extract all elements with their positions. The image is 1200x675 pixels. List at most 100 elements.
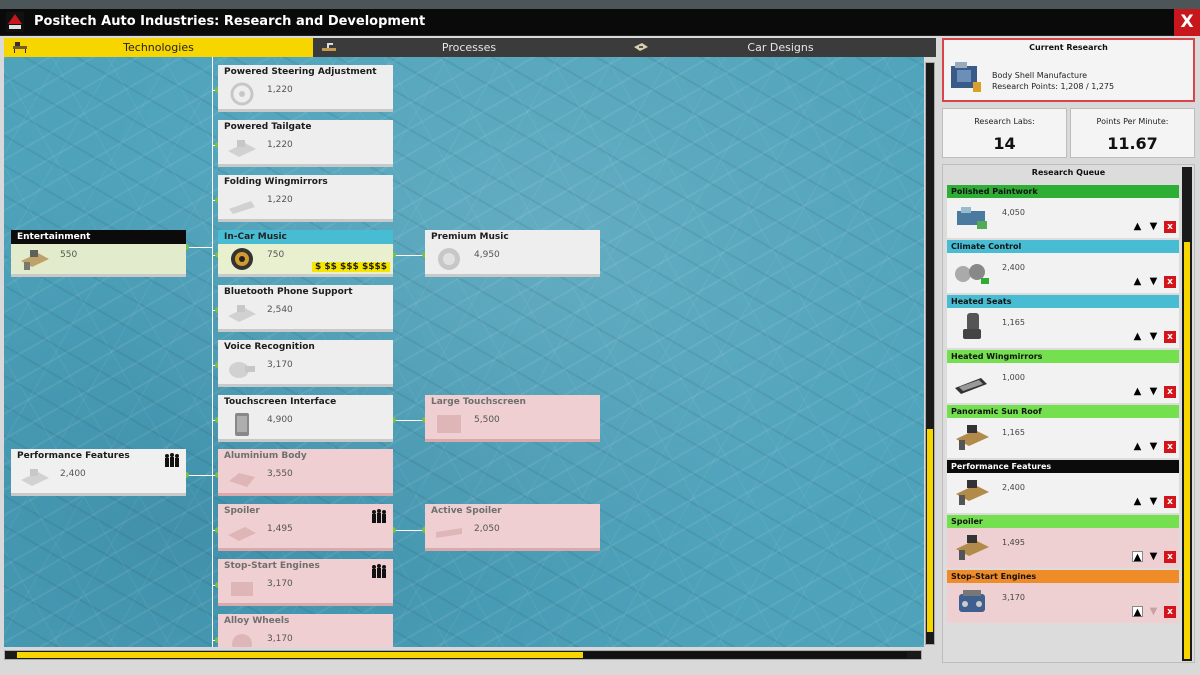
move-up-button[interactable]: ▲ xyxy=(1132,496,1143,507)
queue-item-cost: 2,400 xyxy=(1002,263,1025,272)
move-down-button[interactable]: ▼ xyxy=(1148,276,1159,287)
engine-icon xyxy=(959,590,985,612)
queue-item-cost: 1,495 xyxy=(1002,538,1025,547)
remove-from-queue-button[interactable]: x xyxy=(1164,551,1176,563)
move-up-button[interactable]: ▲ xyxy=(1132,551,1143,563)
move-down-button[interactable]: ▼ xyxy=(1148,221,1159,232)
tech-node-folding-wingmirrors[interactable]: Folding Wingmirrors 1,220 xyxy=(218,175,393,222)
tech-tree-canvas[interactable]: Entertainment 550 Performance Features 2… xyxy=(4,57,924,647)
queue-item[interactable]: Heated Seats 1,165 ▲ ▼ x xyxy=(947,295,1179,348)
steering-wheel-icon xyxy=(230,82,254,106)
remove-from-queue-button[interactable]: x xyxy=(1164,606,1176,618)
tree-horizontal-scrollbar[interactable] xyxy=(4,650,922,660)
queue-item-cost: 1,165 xyxy=(1002,428,1025,437)
move-down-button[interactable]: ▼ xyxy=(1148,331,1159,342)
remove-from-queue-button[interactable]: x xyxy=(1164,276,1176,288)
points-per-minute-stat: Points Per Minute: 11.67 xyxy=(1070,108,1195,158)
desk-icon xyxy=(956,425,989,450)
move-down-button[interactable]: ▼ xyxy=(1148,441,1159,452)
tech-node-in-car-music[interactable]: In-Car Music 750 $ $$ $$$ $$$$ xyxy=(218,230,393,277)
queue-item-title: Spoiler xyxy=(947,515,1179,528)
move-up-button[interactable]: ▲ xyxy=(1132,386,1143,397)
move-down-button[interactable]: ▼ xyxy=(1148,606,1159,617)
connector-line xyxy=(186,247,212,248)
tech-node-aluminium-body[interactable]: Aluminium Body 3,550 xyxy=(218,449,393,496)
queue-item[interactable]: Climate Control 2,400 ▲ ▼ x xyxy=(947,240,1179,293)
engine-icon xyxy=(231,582,253,596)
body-icon xyxy=(229,473,255,487)
queue-item[interactable]: Polished Paintwork 4,050 ▲ ▼ x xyxy=(947,185,1179,238)
node-cost: 1,495 xyxy=(267,524,293,534)
node-title: Folding Wingmirrors xyxy=(224,177,328,187)
move-up-button[interactable]: ▲ xyxy=(1132,276,1143,287)
remove-from-queue-button[interactable]: x xyxy=(1164,441,1176,453)
move-up-button[interactable]: ▲ xyxy=(1132,441,1143,452)
tech-node-spoiler[interactable]: Spoiler 1,495 xyxy=(218,504,393,551)
people-icon xyxy=(165,453,179,467)
queue-item[interactable]: Performance Features 2,400 ▲ ▼ x xyxy=(947,460,1179,513)
remove-from-queue-button[interactable]: x xyxy=(1164,221,1176,233)
tech-node-bluetooth-phone-support[interactable]: Bluetooth Phone Support 2,540 xyxy=(218,285,393,332)
tech-node-stop-start-engines[interactable]: Stop-Start Engines 3,170 xyxy=(218,559,393,606)
node-cost: 2,050 xyxy=(474,524,500,534)
price-tier-badge: $ $$ $$$ $$$$ xyxy=(311,262,390,272)
queue-item[interactable]: Heated Wingmirrors 1,000 ▲ ▼ x xyxy=(947,350,1179,403)
move-up-button[interactable]: ▲ xyxy=(1132,606,1143,618)
tech-node-powered-steering-adjustment[interactable]: Powered Steering Adjustment 1,220 xyxy=(218,65,393,112)
queue-item-title: Stop-Start Engines xyxy=(947,570,1179,583)
close-button[interactable]: X xyxy=(1174,9,1200,36)
scrollbar-thumb[interactable] xyxy=(1184,242,1190,659)
node-cost: 3,170 xyxy=(267,360,293,370)
move-up-button[interactable]: ▲ xyxy=(1132,331,1143,342)
queue-item[interactable]: Panoramic Sun Roof 1,165 ▲ ▼ x xyxy=(947,405,1179,458)
machine-icon xyxy=(951,62,981,92)
tech-node-touchscreen-interface[interactable]: Touchscreen Interface 4,900 xyxy=(218,395,393,442)
queue-item-title: Performance Features xyxy=(947,460,1179,473)
microphone-icon xyxy=(229,362,255,378)
tech-node-active-spoiler[interactable]: Active Spoiler 2,050 xyxy=(425,504,600,551)
remove-from-queue-button[interactable]: x xyxy=(1164,386,1176,398)
queue-item-cost: 3,170 xyxy=(1002,593,1025,602)
tech-node-powered-tailgate[interactable]: Powered Tailgate 1,220 xyxy=(218,120,393,167)
tech-node-performance-features[interactable]: Performance Features 2,400 xyxy=(11,449,186,496)
tech-node-voice-recognition[interactable]: Voice Recognition 3,170 xyxy=(218,340,393,387)
people-icon xyxy=(372,509,386,523)
scrollbar-thumb[interactable] xyxy=(17,652,583,658)
move-down-button[interactable]: ▼ xyxy=(1148,386,1159,397)
paint-machine-icon xyxy=(957,207,987,229)
tab-technologies[interactable]: Technologies xyxy=(4,38,313,57)
drawing-table-icon xyxy=(634,43,648,51)
tab-processes[interactable]: Processes xyxy=(313,38,625,57)
queue-scrollbar[interactable] xyxy=(1182,167,1192,661)
desk-icon xyxy=(956,480,989,505)
tablet-icon xyxy=(235,413,249,436)
move-down-button[interactable]: ▼ xyxy=(1148,551,1159,562)
screen-icon xyxy=(437,415,461,433)
node-cost: 5,500 xyxy=(474,415,500,425)
remove-from-queue-button[interactable]: x xyxy=(1164,496,1176,508)
queue-item[interactable]: Stop-Start Engines 3,170 ▲ ▼ x xyxy=(947,570,1179,623)
tech-node-premium-music[interactable]: Premium Music 4,950 xyxy=(425,230,600,277)
tree-vertical-scrollbar[interactable] xyxy=(925,62,935,645)
move-up-button[interactable]: ▲ xyxy=(1132,221,1143,232)
queue-item[interactable]: Spoiler 1,495 ▲ ▼ x xyxy=(947,515,1179,568)
remove-from-queue-button[interactable]: x xyxy=(1164,331,1176,343)
queue-item-cost: 2,400 xyxy=(1002,483,1025,492)
people-icon xyxy=(372,564,386,578)
connector-line xyxy=(393,255,425,256)
tech-node-alloy-wheels[interactable]: Alloy Wheels 3,170 xyxy=(218,614,393,647)
node-cost: 2,540 xyxy=(267,305,293,315)
move-down-button[interactable]: ▼ xyxy=(1148,496,1159,507)
tab-label: Processes xyxy=(441,41,497,54)
desk-icon xyxy=(21,469,49,486)
tab-car-designs[interactable]: Car Designs xyxy=(625,38,936,57)
node-title: Alloy Wheels xyxy=(224,616,290,626)
node-title: Large Touchscreen xyxy=(431,397,526,407)
node-title: Premium Music xyxy=(431,232,509,242)
node-cost: 750 xyxy=(267,250,285,260)
tech-node-entertainment[interactable]: Entertainment 550 xyxy=(11,230,186,277)
tech-node-large-touchscreen[interactable]: Large Touchscreen 5,500 xyxy=(425,395,600,442)
desk-icon xyxy=(956,535,989,560)
scrollbar-thumb[interactable] xyxy=(927,429,933,632)
connector-line xyxy=(393,420,425,421)
